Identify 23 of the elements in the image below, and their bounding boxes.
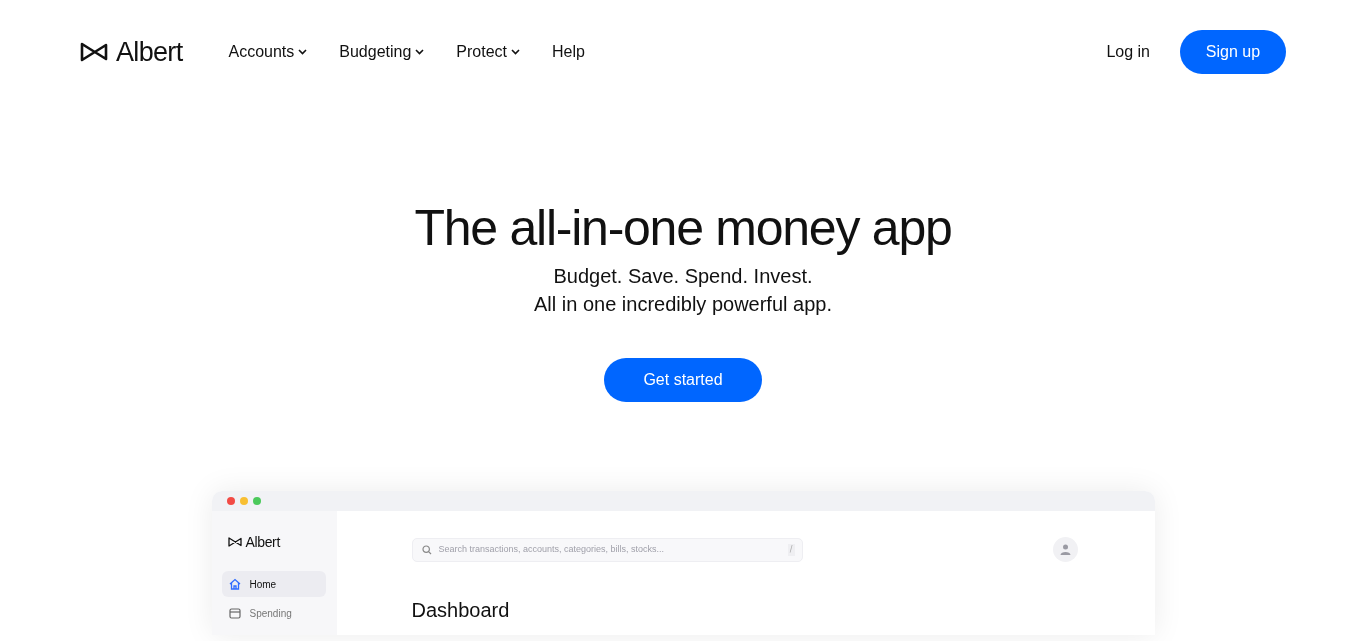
logo-icon [227, 537, 242, 547]
home-icon [228, 578, 241, 590]
hero-subtitle: Budget. Save. Spend. Invest. [553, 264, 813, 289]
sidebar-logo-text: Albert [245, 535, 280, 549]
nav-link[interactable]: Accounts [228, 40, 308, 64]
logo-icon [80, 42, 108, 62]
hero-subtitle: All in one incredibly powerful app. [534, 292, 832, 317]
sidebar-item[interactable]: Spending [221, 600, 326, 626]
nav-link[interactable]: Protect [456, 40, 521, 64]
wallet-icon [228, 607, 241, 619]
nav-link[interactable]: Budgeting [339, 40, 425, 64]
search-icon [421, 544, 432, 555]
hero-title: The all-in-one money app [414, 199, 952, 258]
dashboard-heading: Dashboard [411, 598, 511, 623]
nav-link[interactable]: Help [552, 40, 585, 64]
avatar-icon[interactable] [1052, 537, 1078, 562]
get-started-button[interactable]: Get started [604, 358, 762, 402]
login-link[interactable]: Log in [1106, 40, 1150, 64]
signup-button[interactable]: Sign up [1180, 30, 1286, 74]
sidebar-item[interactable]: Home [221, 571, 326, 597]
search-input[interactable]: Search transactions, accounts, categories, bills, stocks... [438, 542, 781, 557]
shortcut-key: / [787, 543, 795, 556]
logo[interactable]: Albert [80, 38, 183, 66]
